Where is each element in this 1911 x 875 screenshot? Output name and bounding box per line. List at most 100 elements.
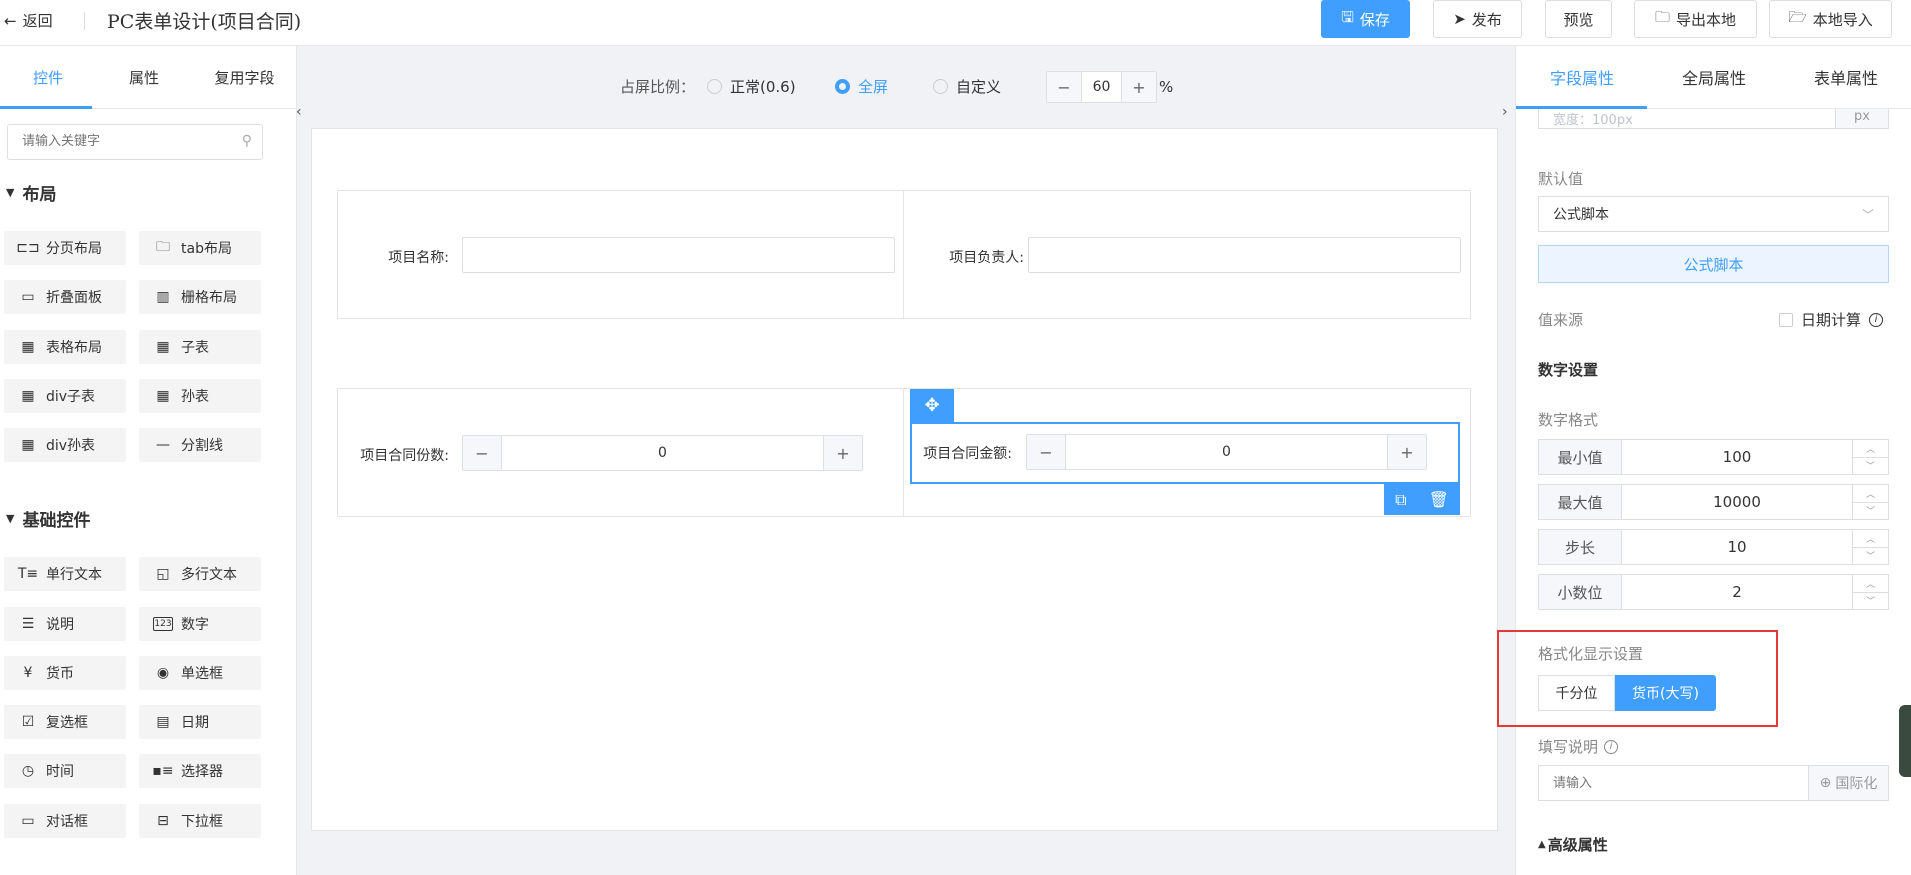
option-label: 自定义	[956, 78, 1002, 96]
control-checkbox[interactable]: ☑ 复选框	[4, 705, 126, 739]
spinner[interactable]: ︿ ﹀	[1852, 485, 1888, 519]
min-value-row[interactable]: 最小值 100 ︿ ﹀	[1538, 439, 1889, 475]
textarea-icon: ◱	[156, 566, 170, 582]
tab-controls[interactable]: 控件	[0, 46, 96, 108]
copy-icon[interactable]: ⧉	[1395, 490, 1406, 510]
contract-count-stepper[interactable]: − 0 +	[462, 435, 863, 471]
contract-amount-stepper[interactable]: − 0 +	[1026, 434, 1427, 470]
move-handle-icon[interactable]: ✥	[910, 389, 954, 422]
step-row[interactable]: 步长 10 ︿ ﹀	[1538, 529, 1889, 565]
chevron-down-icon[interactable]: ﹀	[1853, 503, 1888, 520]
tab-reuse-fields[interactable]: 复用字段	[192, 46, 297, 108]
increment-button[interactable]: +	[1388, 435, 1426, 469]
row-value[interactable]: 2	[1622, 575, 1852, 609]
search-box[interactable]: ⚲	[7, 124, 263, 160]
i18n-button[interactable]: ⊕ 国际化	[1808, 766, 1888, 800]
control-label: 时间	[46, 764, 74, 780]
control-time[interactable]: ◷ 时间	[4, 754, 126, 788]
folder-tab-icon: 🗀	[156, 239, 170, 255]
section-basic-controls[interactable]: ▼ 基础控件	[6, 506, 90, 531]
increment-button[interactable]: +	[824, 436, 862, 470]
ratio-option-fullscreen[interactable]: 全屏	[835, 76, 888, 97]
control-multi-line-text[interactable]: ◱ 多行文本	[139, 557, 261, 591]
chevron-up-icon[interactable]: ︿	[1853, 575, 1888, 593]
control-single-line-text[interactable]: T≡ 单行文本	[4, 557, 126, 591]
side-widget[interactable]	[1899, 705, 1911, 777]
spinner[interactable]: ︿ ﹀	[1852, 575, 1888, 609]
control-dialog[interactable]: ▭ 对话框	[4, 804, 126, 838]
search-input[interactable]	[22, 125, 232, 157]
control-div-grandchild-table[interactable]: ▦ div孙表	[4, 428, 126, 462]
export-button[interactable]: 🗀 导出本地	[1634, 0, 1757, 38]
control-subtable[interactable]: ▦ 子表	[139, 330, 261, 364]
save-button[interactable]: 🖫 保存	[1321, 0, 1410, 38]
chevron-up-icon[interactable]: ︿	[1853, 485, 1888, 503]
control-div-subtable[interactable]: ▦ div子表	[4, 379, 126, 413]
trash-icon[interactable]: 🗑	[1429, 490, 1449, 509]
control-selector[interactable]: ▪≡ 选择器	[139, 754, 261, 788]
decrement-button[interactable]: −	[463, 436, 501, 470]
import-button[interactable]: 🗁 本地导入	[1769, 0, 1892, 38]
control-radio[interactable]: ◉ 单选框	[139, 656, 261, 690]
collapse-right-icon[interactable]: ›	[1502, 104, 1514, 128]
preview-button[interactable]: 预览	[1545, 0, 1612, 38]
row-value[interactable]: 100	[1622, 440, 1852, 474]
control-grid-layout[interactable]: ▥ 栅格布局	[139, 280, 261, 314]
chevron-down-icon[interactable]: ﹀	[1853, 548, 1888, 565]
tab-global-properties[interactable]: 全局属性	[1648, 46, 1780, 108]
project-owner-input[interactable]	[1028, 237, 1461, 273]
stepper-value[interactable]: 0	[501, 436, 824, 470]
info-icon[interactable]: i	[1869, 312, 1884, 327]
control-table-layout[interactable]: ▦ 表格布局	[4, 330, 126, 364]
control-dropdown[interactable]: ⊟ 下拉框	[139, 804, 261, 838]
default-value-label: 默认值	[1538, 170, 1584, 188]
info-icon[interactable]: i	[1604, 739, 1619, 754]
default-value-select[interactable]: 公式脚本 ﹀	[1538, 196, 1889, 232]
stepper-value[interactable]: 0	[1065, 435, 1388, 469]
collapse-left-icon[interactable]: ‹	[296, 104, 308, 128]
row-value[interactable]: 10	[1622, 530, 1852, 564]
chevron-up-icon[interactable]: ︿	[1853, 530, 1888, 548]
control-date[interactable]: ▤ 日期	[139, 705, 261, 739]
control-collapse-panel[interactable]: ▭ 折叠面板	[4, 280, 126, 314]
tab-properties[interactable]: 属性	[96, 46, 192, 108]
control-number[interactable]: 123 数字	[139, 607, 261, 641]
control-grandchild-table[interactable]: ▦ 孙表	[139, 379, 261, 413]
format-thousands-button[interactable]: 千分位	[1538, 675, 1615, 711]
ratio-option-custom[interactable]: 自定义	[933, 76, 1001, 97]
row-value[interactable]: 10000	[1622, 485, 1852, 519]
spinner[interactable]: ︿ ﹀	[1852, 530, 1888, 564]
decrement-button[interactable]: −	[1027, 435, 1065, 469]
publish-button[interactable]: ➤ 发布	[1433, 0, 1522, 38]
spinner[interactable]: ︿ ﹀	[1852, 440, 1888, 474]
control-description[interactable]: ☰ 说明	[4, 607, 126, 641]
tab-field-properties[interactable]: 字段属性	[1516, 46, 1648, 108]
fill-hint-field[interactable]: ⊕国际化	[1538, 765, 1889, 801]
formula-script-button[interactable]: 公式脚本	[1538, 245, 1889, 283]
chevron-down-icon[interactable]: ﹀	[1853, 458, 1888, 475]
decrement-button[interactable]: −	[1047, 72, 1081, 102]
ratio-option-normal[interactable]: 正常(0.6)	[707, 76, 796, 97]
back-button[interactable]: ← 返回	[4, 10, 53, 31]
control-divider[interactable]: — 分割线	[139, 428, 261, 462]
chevron-down-icon[interactable]: ﹀	[1853, 593, 1888, 610]
width-field[interactable]: 宽度：100px px	[1538, 109, 1889, 129]
percent-stepper[interactable]: − 60 +	[1046, 71, 1157, 103]
chevron-up-icon[interactable]: ︿	[1853, 440, 1888, 458]
control-tab-layout[interactable]: 🗀 tab布局	[139, 231, 261, 265]
selected-field-box[interactable]: 项目合同金额: − 0 +	[910, 422, 1460, 484]
advanced-properties-toggle[interactable]: ▲ 高级属性	[1538, 834, 1608, 855]
date-calc-checkbox[interactable]: 日期计算 i	[1779, 309, 1884, 330]
tab-form-properties[interactable]: 表单属性	[1780, 46, 1911, 108]
fill-hint-input[interactable]	[1553, 768, 1813, 798]
percent-value[interactable]: 60	[1081, 72, 1122, 102]
decimal-places-row[interactable]: 小数位 2 ︿ ﹀	[1538, 574, 1889, 610]
control-currency[interactable]: ¥ 货币	[4, 656, 126, 690]
increment-button[interactable]: +	[1122, 72, 1156, 102]
section-layout[interactable]: ▼ 布局	[6, 180, 56, 205]
max-value-row[interactable]: 最大值 10000 ︿ ﹀	[1538, 484, 1889, 520]
control-page-layout[interactable]: ⊏⊐ 分页布局	[4, 231, 126, 265]
project-name-input[interactable]	[462, 237, 895, 273]
format-currency-button[interactable]: 货币(大写)	[1615, 675, 1716, 711]
field-label: 项目合同金额:	[923, 446, 1012, 462]
